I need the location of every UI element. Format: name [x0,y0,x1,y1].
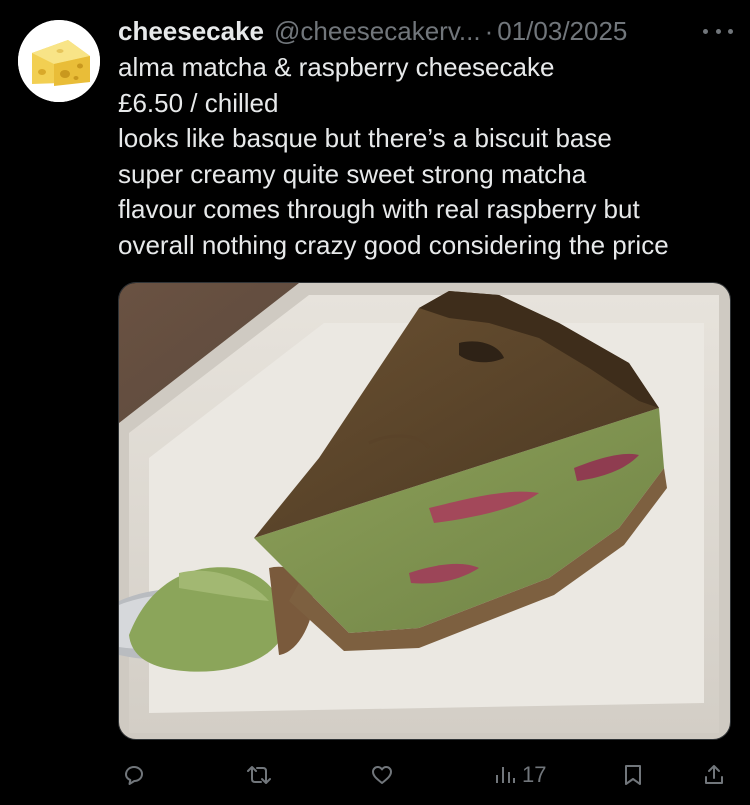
reply-icon [125,766,143,785]
views-icon [496,767,515,783]
post-text-line: super creamy quite sweet strong matcha [118,158,587,189]
more-options-icon[interactable] [703,24,733,38]
display-name[interactable]: cheesecake [118,16,264,47]
bookmark-button[interactable] [622,758,644,792]
reply-button[interactable] [122,758,146,792]
share-icon [705,765,723,784]
post-text-line: overall nothing crazy good considering t… [118,229,669,260]
post-content: cheesecake @cheesecakerv... · 01/03/2025… [118,12,733,263]
post-text-line: flavour comes through with real raspberr… [118,194,640,224]
post-date[interactable]: 01/03/2025 [497,16,627,47]
post-header: cheesecake @cheesecakerv... · 01/03/2025 [118,12,733,50]
post[interactable]: cheesecake @cheesecakerv... · 01/03/2025… [0,0,750,805]
repost-icon [247,766,271,784]
views-button[interactable]: 17 [494,758,546,792]
avatar[interactable] [18,20,100,102]
cheese-wedge-icon [18,20,100,102]
post-text-line: alma matcha & raspberry cheesecake [118,52,555,82]
cheesecake-slice-photo [119,283,730,739]
post-text-line: £6.50 / chilled [118,87,279,118]
more-dot [715,28,721,34]
post-actions: 17 [118,758,733,792]
post-text: alma matcha & raspberry cheesecake £6.50… [118,50,733,263]
views-count: 17 [522,762,547,787]
heart-icon [372,766,392,784]
like-button[interactable] [370,758,394,792]
more-dot [703,28,708,34]
more-dot [728,28,733,34]
separator-dot: · [484,15,494,46]
bookmark-icon [625,765,641,785]
post-photo[interactable] [118,282,731,740]
share-button[interactable] [702,758,726,792]
post-text-line: looks like basque but there’s a biscuit … [118,123,612,153]
repost-button[interactable] [246,758,272,792]
user-handle[interactable]: @cheesecakerv... [274,16,481,47]
